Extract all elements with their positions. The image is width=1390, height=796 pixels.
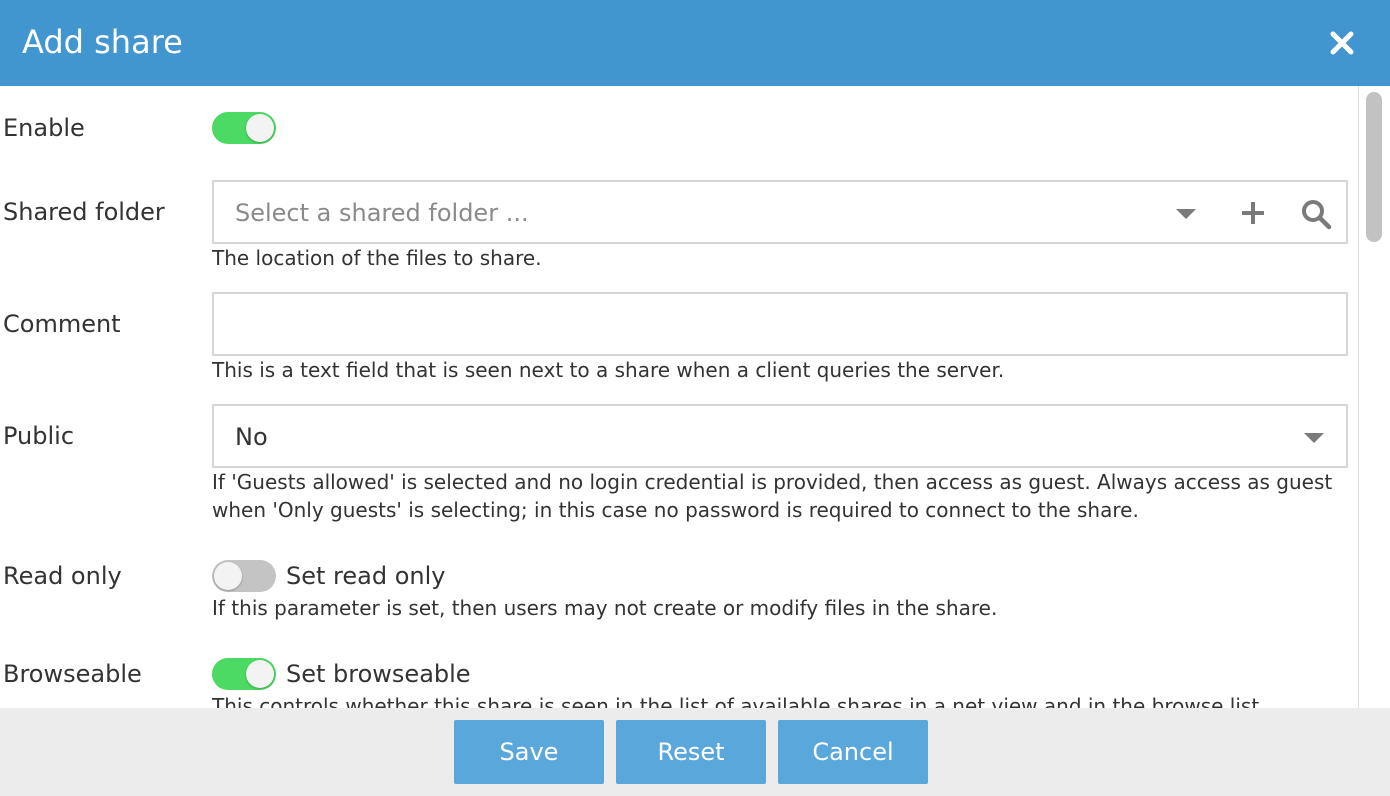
browseable-label: Browseable [3,660,142,688]
browseable-switch-label[interactable]: Set browseable [286,659,471,689]
enable-label: Enable [3,114,85,142]
scrollbar[interactable] [1358,86,1390,708]
dialog-body[interactable]: Enable Shared folder Select a shared fol… [0,86,1390,708]
scrollbar-thumb[interactable] [1366,92,1382,242]
chevron-down-icon[interactable] [1304,433,1324,443]
shared-folder-select[interactable]: Select a shared folder ... [212,180,1348,244]
dialog-header: Add share [0,0,1390,86]
browseable-help: This controls whether this share is seen… [212,694,1266,708]
chevron-down-icon[interactable] [1176,209,1196,219]
comment-label: Comment [3,310,121,338]
toggle-knob [214,562,242,590]
toggle-knob [246,114,274,142]
comment-help: This is a text field that is seen next t… [212,358,1005,382]
public-value: No [235,423,268,451]
dialog-footer: Save Reset Cancel [0,708,1390,796]
dialog-title: Add share [22,23,183,61]
read-only-help: If this parameter is set, then users may… [212,596,998,620]
comment-input[interactable] [212,292,1348,356]
browseable-toggle[interactable] [212,658,276,690]
read-only-toggle[interactable] [212,560,276,592]
public-label: Public [3,422,75,450]
plus-icon[interactable] [1238,198,1268,228]
shared-folder-placeholder: Select a shared folder ... [235,199,529,227]
close-icon[interactable] [1326,27,1358,59]
search-icon[interactable] [1300,198,1332,230]
shared-folder-label: Shared folder [3,198,165,226]
read-only-label: Read only [3,562,122,590]
public-select[interactable]: No [212,404,1348,468]
save-button[interactable]: Save [454,720,604,784]
read-only-switch-label[interactable]: Set read only [286,561,445,591]
cancel-button[interactable]: Cancel [778,720,928,784]
toggle-knob [246,660,274,688]
enable-toggle[interactable] [212,112,276,144]
shared-folder-help: The location of the files to share. [212,246,542,270]
reset-button[interactable]: Reset [616,720,766,784]
public-help: If 'Guests allowed' is selected and no l… [212,470,1333,522]
